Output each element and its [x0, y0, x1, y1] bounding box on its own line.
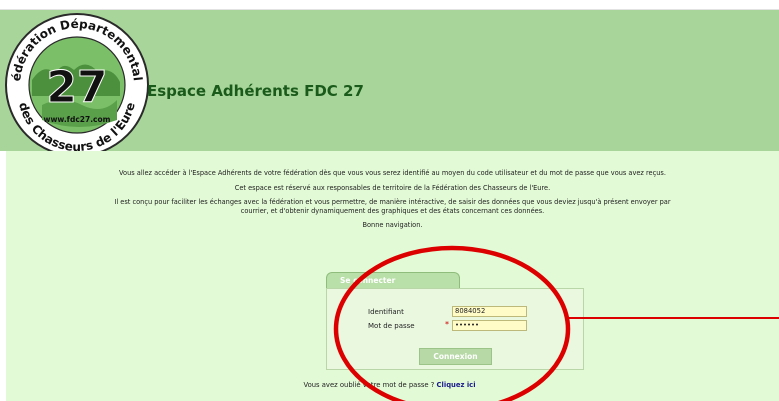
forgot-password-text: Vous avez oublié votre mot de passe ?	[303, 381, 435, 389]
forgot-password-link[interactable]: Cliquez ici	[437, 381, 476, 389]
intro-paragraph-1: Vous allez accéder à l'Espace Adhérents …	[119, 169, 666, 177]
fdc27-logo[interactable]: 27 www.fdc27.com Fédération Départementa…	[2, 10, 152, 160]
top-strip	[0, 0, 779, 10]
connexion-button[interactable]: Connexion	[419, 348, 492, 365]
logo-url: www.fdc27.com	[44, 115, 111, 124]
intro-text: Vous allez accéder à l'Espace Adhérents …	[6, 169, 779, 236]
intro-paragraph-4: Bonne navigation.	[362, 221, 423, 230]
logo-number: 27	[46, 62, 107, 113]
identifiant-label: Identifiant	[368, 308, 404, 316]
login-tab[interactable]: Se connecter	[326, 272, 460, 288]
intro-paragraph-2: Cet espace est réservé aux responsables …	[234, 183, 551, 192]
password-input[interactable]: ••••••	[452, 320, 527, 331]
site-title: Espace Adhérents FDC 27	[147, 82, 364, 100]
required-marker: *	[445, 320, 449, 329]
identifiant-input[interactable]: 8084052	[452, 306, 527, 317]
forgot-password-line: Vous avez oublié votre mot de passe ? Cl…	[0, 381, 779, 389]
header-banner: 27 www.fdc27.com Fédération Départementa…	[0, 10, 779, 157]
intro-paragraph-3: Il est conçu pour faciliter les échanges…	[114, 198, 671, 215]
password-label: Mot de passe	[368, 322, 415, 330]
